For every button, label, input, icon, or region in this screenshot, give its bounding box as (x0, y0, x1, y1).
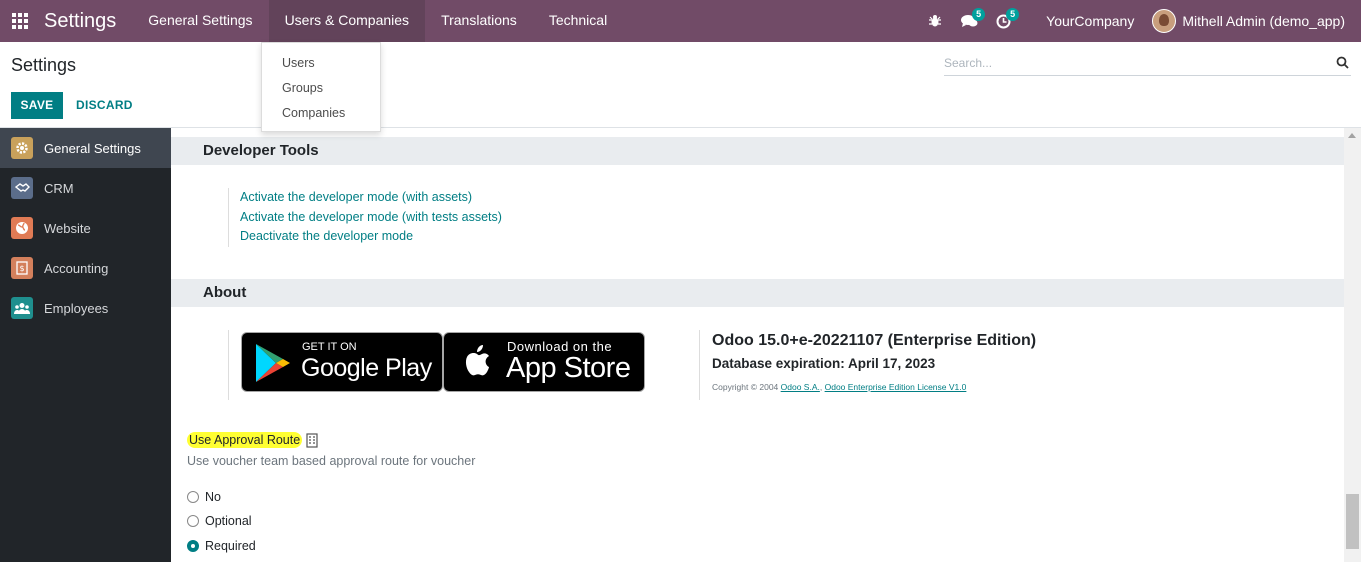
odoo-sa-link[interactable]: Odoo S.A. (781, 382, 820, 392)
scroll-up-arrow-icon[interactable] (1348, 133, 1356, 138)
discard-button[interactable]: DISCARD (76, 92, 133, 119)
search-icon[interactable] (1336, 56, 1349, 74)
google-play-big-text: Google Play (301, 354, 432, 382)
invoice-icon: $ (11, 257, 33, 279)
radio-label: Optional (205, 514, 252, 528)
messages-badge: 5 (972, 8, 986, 21)
sidebar-item-label: Accounting (44, 260, 109, 276)
copyright: Copyright © 2004 Odoo S.A., Odoo Enterpr… (712, 382, 967, 392)
deactivate-dev-mode-link[interactable]: Deactivate the developer mode (240, 227, 502, 247)
store-badges: GET IT ON Google Play Download on the Ap… (228, 330, 645, 400)
top-navbar: Settings General Settings Users & Compan… (0, 0, 1361, 42)
scrollbar-thumb[interactable] (1346, 494, 1359, 549)
people-icon (11, 297, 33, 319)
google-play-small-text: GET IT ON (302, 341, 357, 353)
user-menu[interactable]: Mithell Admin (demo_app) (1152, 9, 1361, 33)
dropdown-item-groups[interactable]: Groups (262, 76, 380, 101)
dropdown-item-companies[interactable]: Companies (262, 101, 380, 126)
activities-badge: 5 (1006, 8, 1020, 21)
app-title[interactable]: Settings (44, 10, 116, 33)
settings-main: Developer Tools Activate the developer m… (171, 128, 1344, 562)
google-play-icon (256, 344, 290, 382)
messages-icon[interactable]: 5 (952, 0, 986, 42)
license-link[interactable]: Odoo Enterprise Edition License V1.0 (825, 382, 967, 392)
radio-label: No (205, 490, 221, 504)
menu-general-settings[interactable]: General Settings (132, 0, 268, 42)
sidebar-item-employees[interactable]: Employees (0, 288, 171, 328)
radio-button[interactable] (187, 515, 199, 527)
sidebar-item-label: Website (44, 220, 91, 236)
radio-option-no[interactable]: No (187, 490, 221, 504)
apple-icon (465, 345, 489, 376)
user-name: Mithell Admin (demo_app) (1182, 13, 1345, 29)
approval-route-label: Use Approval Route (187, 432, 303, 448)
company-switcher[interactable]: YourCompany (1020, 13, 1152, 29)
debug-bug-icon[interactable] (918, 0, 952, 42)
search-bar (944, 52, 1351, 76)
save-button[interactable]: SAVE (11, 92, 63, 119)
about-header: About (171, 279, 1344, 307)
control-panel: Settings SAVE DISCARD (0, 42, 1361, 128)
radio-button[interactable] (187, 491, 199, 503)
developer-links: Activate the developer mode (with assets… (228, 188, 502, 247)
users-companies-dropdown: Users Groups Companies (261, 42, 381, 132)
menu-technical[interactable]: Technical (533, 0, 623, 42)
dropdown-item-users[interactable]: Users (262, 51, 380, 76)
radio-button-checked[interactable] (187, 540, 199, 552)
menu-users-companies[interactable]: Users & Companies (268, 0, 426, 42)
approval-route-description: Use voucher team based approval route fo… (187, 454, 476, 468)
activities-clock-icon[interactable]: 5 (986, 0, 1020, 42)
developer-tools-header: Developer Tools (171, 137, 1344, 165)
radio-option-optional[interactable]: Optional (187, 514, 252, 528)
search-input[interactable] (944, 52, 1324, 74)
sidebar-item-label: CRM (44, 180, 74, 196)
globe-icon (11, 217, 33, 239)
app-store-button[interactable]: Download on the App Store (443, 332, 645, 392)
apps-menu-icon[interactable] (11, 12, 29, 30)
gear-icon (11, 137, 33, 159)
radio-label: Required (205, 539, 256, 553)
radio-option-required[interactable]: Required (187, 539, 256, 553)
sidebar-item-accounting[interactable]: $ Accounting (0, 248, 171, 288)
sidebar-item-label: Employees (44, 300, 109, 316)
sidebar-item-crm[interactable]: CRM (0, 168, 171, 208)
avatar (1152, 9, 1177, 33)
breadcrumb: Settings (11, 55, 77, 75)
menu-translations[interactable]: Translations (425, 0, 533, 42)
building-icon (306, 433, 318, 453)
version-info: Odoo 15.0+e-20221107 (Enterprise Edition… (699, 330, 1036, 400)
activate-dev-mode-assets-link[interactable]: Activate the developer mode (with assets… (240, 188, 502, 208)
svg-text:$: $ (19, 264, 24, 273)
copyright-text: Copyright © 2004 (712, 382, 779, 392)
handshake-icon (11, 177, 33, 199)
odoo-version: Odoo 15.0+e-20221107 (Enterprise Edition… (712, 332, 1037, 349)
google-play-button[interactable]: GET IT ON Google Play (241, 332, 443, 392)
sidebar-item-label: General Settings (44, 140, 141, 156)
app-store-big-text: App Store (506, 352, 631, 384)
settings-sidebar: General Settings CRM Website $ Accountin… (0, 128, 171, 562)
activate-dev-mode-tests-link[interactable]: Activate the developer mode (with tests … (240, 208, 502, 228)
sidebar-item-website[interactable]: Website (0, 208, 171, 248)
main-scrollbar[interactable] (1344, 128, 1361, 562)
sidebar-item-general-settings[interactable]: General Settings (0, 128, 171, 168)
database-expiration: Database expiration: April 17, 2023 (712, 356, 936, 371)
